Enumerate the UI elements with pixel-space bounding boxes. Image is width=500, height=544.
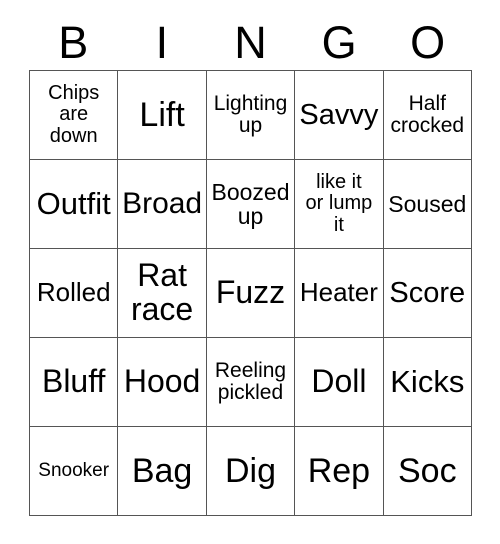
bingo-cell-o3[interactable]: Score (383, 249, 472, 338)
bingo-cell-label: Hood (123, 363, 201, 400)
bingo-cell-i1[interactable]: Lift (118, 71, 207, 160)
bingo-cell-label: Score (389, 276, 466, 309)
bingo-cell-label: Broad (122, 187, 203, 221)
bingo-cell-i4[interactable]: Hood (118, 338, 207, 427)
bingo-cell-i5[interactable]: Bag (118, 427, 207, 516)
bingo-cell-n1[interactable]: Lighting up (206, 71, 296, 160)
bingo-cell-label: Kicks (390, 363, 465, 399)
bingo-cell-n4[interactable]: Reeling pickled (206, 338, 296, 427)
bingo-cell-label: Rat race (130, 257, 194, 327)
bingo-cell-g1[interactable]: Savvy (295, 71, 384, 160)
bingo-cell-label: Savvy (299, 98, 379, 131)
bingo-cell-i2[interactable]: Broad (118, 160, 207, 249)
bingo-cell-g2[interactable]: like it or lump it (295, 160, 384, 249)
bingo-cell-g3[interactable]: Heater (295, 249, 384, 338)
bingo-header-letter-g: G (321, 16, 357, 68)
bingo-cell-o2[interactable]: Soused (383, 160, 472, 249)
bingo-cell-g5[interactable]: Rep (295, 427, 384, 516)
bingo-cell-n5[interactable]: Dig (206, 427, 296, 516)
bingo-cell-b5[interactable]: Snooker (30, 427, 119, 516)
bingo-cell-label: Half crocked (390, 91, 465, 137)
bingo-cell-label: Bag (131, 451, 193, 490)
bingo-cell-b3[interactable]: Rolled (30, 249, 119, 338)
bingo-cell-b2[interactable]: Outfit (30, 160, 119, 249)
bingo-grid: Chips are down Lift Lighting up Savvy Half c… (29, 70, 472, 516)
bingo-cell-label: Snooker (38, 459, 110, 481)
bingo-cell-label: Fuzz (215, 274, 286, 311)
bingo-cell-label: Chips are down (48, 82, 100, 147)
bingo-cell-o5[interactable]: Soc (383, 427, 472, 516)
bingo-cell-label: Rep (307, 451, 371, 490)
bingo-cell-label: Boozed up (211, 178, 290, 229)
bingo-cell-n2[interactable]: Boozed up (206, 160, 296, 249)
bingo-cell-label: Bluff (41, 363, 106, 400)
bingo-cell-o1[interactable]: Half crocked (383, 71, 472, 160)
bingo-cell-label: Dig (224, 451, 276, 490)
bingo-cell-n3[interactable]: Fuzz (206, 249, 296, 338)
bingo-cell-label: Heater (299, 277, 378, 308)
bingo-cell-b1[interactable]: Chips are down (30, 71, 119, 160)
bingo-cell-label: like it or lump it (305, 171, 373, 236)
bingo-cell-label: Reeling pickled (214, 358, 287, 404)
bingo-header-letter-b: B (58, 16, 89, 68)
bingo-cell-g4[interactable]: Doll (295, 338, 384, 427)
bingo-cell-i3[interactable]: Rat race (118, 249, 207, 338)
bingo-card: B I N G O Chips are down Lift Lighting up Savvy… (0, 0, 500, 544)
bingo-cell-label: Doll (311, 363, 367, 400)
bingo-cell-label: Lighting up (213, 91, 288, 137)
bingo-cell-b4[interactable]: Bluff (30, 338, 119, 427)
bingo-cell-label: Lift (139, 95, 185, 134)
bingo-cell-label: Soc (398, 451, 457, 490)
bingo-header-letter-n: N (234, 16, 267, 68)
bingo-cell-o4[interactable]: Kicks (383, 338, 472, 427)
bingo-cell-label: Outfit (36, 185, 111, 221)
bingo-cell-label: Rolled (36, 277, 111, 308)
bingo-header-row: BINGO (29, 14, 472, 70)
bingo-header-letter-o: O (410, 16, 446, 68)
bingo-header-letter-i: I (155, 16, 169, 68)
bingo-cell-label: Soused (388, 190, 467, 217)
